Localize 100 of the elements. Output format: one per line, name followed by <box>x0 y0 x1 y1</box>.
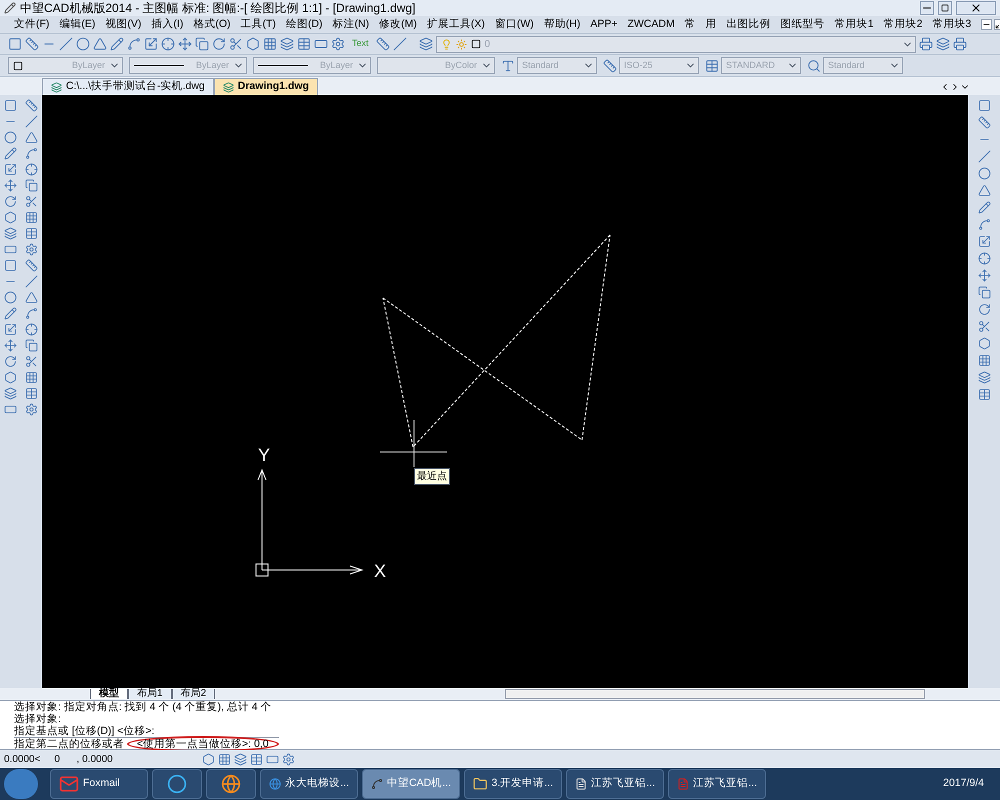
taskbar-button[interactable] <box>206 769 256 799</box>
scale-icon[interactable] <box>144 37 158 51</box>
ruler-icon[interactable] <box>25 99 38 112</box>
menu-item[interactable]: APP+ <box>590 16 618 32</box>
curve-icon[interactable] <box>127 37 141 51</box>
grid-icon[interactable] <box>978 354 990 367</box>
table-icon[interactable] <box>705 58 719 72</box>
maximize-icon[interactable] <box>938 1 952 15</box>
triangle-icon[interactable] <box>25 131 38 144</box>
menu-item[interactable]: 绘图(D) <box>286 16 323 32</box>
circle-icon[interactable] <box>978 167 990 180</box>
table-icon[interactable] <box>297 37 311 51</box>
menu-item[interactable]: 出图比例 <box>726 16 771 32</box>
printer-icon[interactable] <box>952 37 967 51</box>
menu-item[interactable]: 常用块1 <box>834 16 874 32</box>
grid-icon[interactable] <box>263 37 277 51</box>
slash-icon[interactable] <box>59 37 73 51</box>
hexagon-icon[interactable] <box>978 337 990 350</box>
layout-tab[interactable]: 布局1 <box>128 689 172 699</box>
crosshair-icon[interactable] <box>978 252 990 265</box>
square-icon[interactable] <box>4 99 17 112</box>
layers-icon[interactable] <box>234 752 247 766</box>
menu-item[interactable]: 常用块3 <box>932 16 972 32</box>
minimize-icon[interactable] <box>920 1 934 15</box>
menu-item[interactable]: 修改(M) <box>379 16 417 32</box>
horizontal-scrollbar[interactable] <box>505 689 926 699</box>
rotate-icon[interactable] <box>4 355 17 368</box>
minimize-icon[interactable] <box>981 19 992 30</box>
menu-item[interactable]: 编辑(E) <box>59 16 96 32</box>
circle-icon[interactable] <box>4 291 17 304</box>
rotate-icon[interactable] <box>212 37 226 51</box>
move-icon[interactable] <box>4 339 17 352</box>
crosshair-icon[interactable] <box>25 163 38 176</box>
move-icon[interactable] <box>4 179 17 192</box>
menu-item[interactable]: 常 <box>684 16 696 32</box>
menu-item[interactable]: 标注(N) <box>332 16 370 32</box>
grid-icon[interactable] <box>25 211 38 224</box>
move-icon[interactable] <box>178 37 192 51</box>
table-icon[interactable] <box>25 227 38 240</box>
taskbar-button[interactable] <box>152 769 202 799</box>
grid-icon[interactable] <box>218 752 231 766</box>
scale-icon[interactable] <box>4 163 17 176</box>
copy-icon[interactable] <box>25 339 38 352</box>
rotate-icon[interactable] <box>4 195 17 208</box>
ruler-icon[interactable] <box>25 259 38 272</box>
layers-icon[interactable] <box>978 371 990 384</box>
taskbar-button[interactable]: 中望CAD机... <box>362 769 460 799</box>
menu-item[interactable]: 用 <box>706 16 717 32</box>
ruler-icon[interactable] <box>25 37 39 51</box>
layers-icon[interactable] <box>936 37 950 51</box>
grid-icon[interactable] <box>25 371 38 384</box>
scissors-icon[interactable] <box>978 320 990 333</box>
rotate-icon[interactable] <box>978 303 990 316</box>
ruler-icon[interactable] <box>603 58 617 72</box>
rectangle-icon[interactable] <box>4 403 17 416</box>
scale-icon[interactable] <box>978 235 990 248</box>
hexagon-icon[interactable] <box>4 371 17 384</box>
pencil-icon[interactable] <box>4 147 17 160</box>
menu-item[interactable]: 帮助(H) <box>544 16 580 32</box>
curve-icon[interactable] <box>25 307 38 320</box>
search-icon[interactable] <box>807 58 821 72</box>
ruler-icon[interactable] <box>978 116 990 129</box>
crosshair-icon[interactable] <box>25 323 38 336</box>
triangle-icon[interactable] <box>93 37 107 51</box>
taskbar-button[interactable]: Foxmail <box>50 769 148 799</box>
hexagon-icon[interactable] <box>4 211 17 224</box>
menu-item[interactable]: 文件(F) <box>14 16 50 32</box>
copy-icon[interactable] <box>195 37 209 51</box>
slash-icon[interactable] <box>25 275 38 288</box>
document-tab[interactable]: C:\...\扶手带测试台-实机.dwg <box>42 78 214 95</box>
layers-icon[interactable] <box>4 227 17 240</box>
menu-item[interactable]: 常用块2 <box>884 16 922 32</box>
slash-icon[interactable] <box>392 37 407 51</box>
triangle-icon[interactable] <box>978 184 990 197</box>
move-icon[interactable] <box>978 269 990 282</box>
rectangle-icon[interactable] <box>314 37 328 51</box>
menu-item[interactable]: ZWCADM <box>627 16 675 32</box>
circle-icon[interactable] <box>76 37 90 51</box>
scissors-icon[interactable] <box>229 37 243 51</box>
layers-icon[interactable] <box>418 37 433 51</box>
pencil-icon[interactable] <box>978 201 990 214</box>
layout-tab[interactable]: 布局2 <box>172 689 216 699</box>
menu-item[interactable]: 扩展工具(X) <box>426 16 485 32</box>
curve-icon[interactable] <box>978 218 990 231</box>
start-button[interactable] <box>4 769 38 799</box>
taskbar-button[interactable]: 3.开发申请... <box>464 769 562 799</box>
crosshair-icon[interactable] <box>161 37 175 51</box>
menu-item[interactable]: 窗口(W) <box>494 16 534 32</box>
slash-icon[interactable] <box>25 115 38 128</box>
taskbar-button[interactable]: 江苏飞亚铝... <box>566 769 664 799</box>
document-tab[interactable]: Drawing1.dwg <box>214 78 318 95</box>
menu-item[interactable]: 格式(O) <box>193 16 231 32</box>
scale-icon[interactable] <box>4 323 17 336</box>
circle-icon[interactable] <box>4 131 17 144</box>
triangle-icon[interactable] <box>25 291 38 304</box>
printer-icon[interactable] <box>918 37 933 51</box>
menu-item[interactable]: 视图(V) <box>105 16 142 32</box>
table-icon[interactable] <box>250 752 263 766</box>
square-icon[interactable] <box>4 259 17 272</box>
scissors-icon[interactable] <box>25 355 38 368</box>
